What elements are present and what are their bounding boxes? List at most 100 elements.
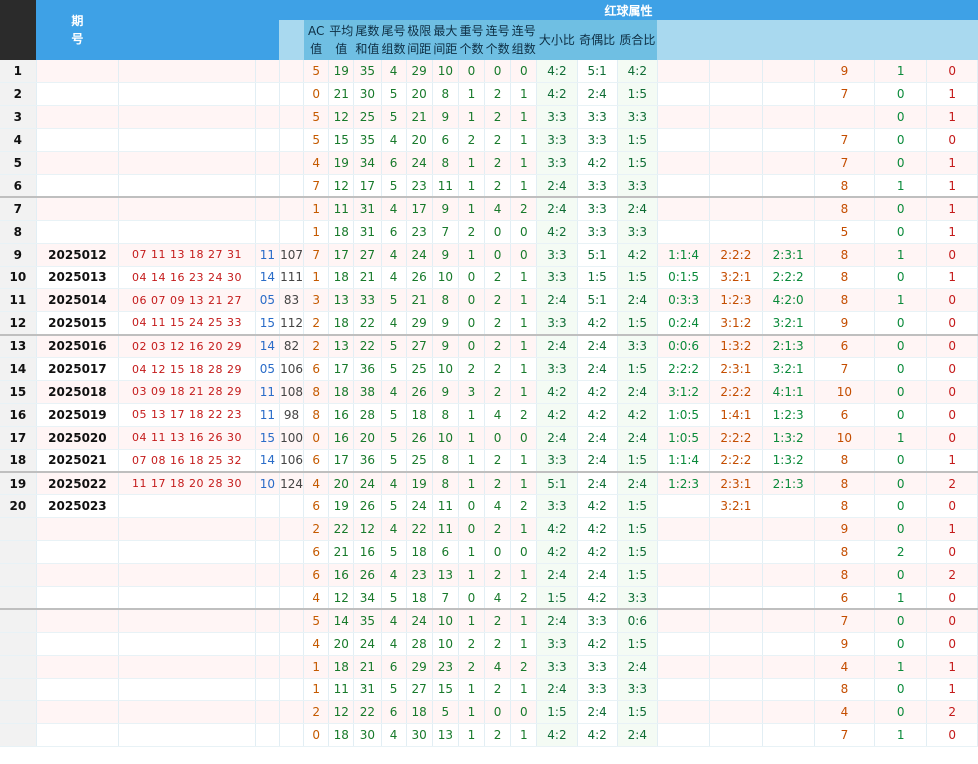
zone-header-3	[762, 20, 815, 60]
cell-tgroups: 4	[381, 243, 407, 267]
cell-z1: 1:2:3	[657, 471, 711, 496]
table-row[interactable]: 3 5 12 25 5 21 9 1 2 1 3:3 3:3 3:3 0 1	[0, 105, 978, 130]
table-row[interactable]: 2 0 21 30 5 20 8 1 2 1 4:2 2:4 1:5 7 0 1	[0, 82, 978, 107]
table-row[interactable]: 5 14 35 4 24 10 1 2 1 2:4 3:3 0:6 7 0 0	[0, 608, 978, 633]
cell-prime: 2:4	[617, 471, 658, 496]
cell-cgroups: 2	[510, 403, 538, 427]
cell-cgroups: 1	[510, 174, 538, 198]
cell-rep: 0	[458, 494, 486, 519]
cell-avg: 13	[328, 333, 355, 359]
cell-tgroups: 5	[381, 586, 407, 610]
table-row[interactable]: 6 7 12 17 5 23 11 1 2 1 2:4 3:3 3:3 8 1 1	[0, 174, 978, 198]
cell-maxgap: 7	[432, 586, 459, 610]
cell-cgroups: 1	[510, 128, 538, 153]
cell-odd: 4:2	[577, 151, 618, 175]
cell-tgroups: 4	[381, 632, 407, 656]
table-row[interactable]: 11 2025014 06 07 09 13 21 27 05 83 3 13 33 5 21 8 0…	[0, 288, 978, 313]
cell-c3: 1	[926, 655, 978, 679]
cell-odd: 2:4	[577, 333, 618, 359]
cell-prime: 1:5	[617, 82, 658, 107]
cell-reds	[118, 540, 256, 565]
table-row[interactable]: 16 2025019 05 13 17 18 22 23 11 98 8 16 28 5 18 8 1…	[0, 403, 978, 427]
cell-avg: 15	[328, 128, 355, 153]
cell-period	[36, 563, 120, 587]
cell-cgroups: 1	[510, 632, 538, 656]
table-row[interactable]: 2 12 22 6 18 5 1 0 0 1:5 2:4 1:5 4 0 2	[0, 700, 978, 725]
cell-rep: 2	[458, 220, 486, 244]
cell-ac: 8	[303, 380, 330, 404]
table-row[interactable]: 18 2025021 07 08 16 18 25 32 14 106 6 17 36 5 25 8…	[0, 449, 978, 473]
table-row[interactable]: 0 18 30 4 30 13 1 2 1 4:2 4:2 2:4 7 1 0	[0, 723, 978, 748]
table-row[interactable]: 15 2025018 03 09 18 21 28 29 11 108 8 18 38 4 26 9…	[0, 380, 978, 404]
table-row[interactable]: 4 20 24 4 28 10 2 2 1 3:3 4:2 1:5 9 0 0	[0, 632, 978, 656]
table-row[interactable]: 20 2025023 6 19 26 5 24 11 0 4 2 3:3 4:2 1:5 3:2:1 8 0 0	[0, 494, 978, 519]
cell-range: 24	[406, 494, 433, 519]
table-row[interactable]: 5 4 19 34 6 24 8 1 2 1 3:3 4:2 1:5 7 0 1	[0, 151, 978, 175]
cell-prime: 1:5	[617, 357, 658, 381]
table-row[interactable]: 6 21 16 5 18 6 1 0 0 4:2 4:2 1:5 8 2 0	[0, 540, 978, 565]
cell-c1: 9	[814, 60, 876, 84]
cell-tgroups: 4	[381, 196, 407, 221]
table-row[interactable]: 1 5 19 35 4 29 10 0 0 0 4:2 5:1 4:2 9 1 0	[0, 60, 978, 84]
cell-z2	[709, 608, 763, 633]
cell-consec: 2	[484, 678, 512, 702]
cell-avg: 12	[328, 105, 355, 130]
cell-period	[36, 723, 120, 748]
table-row[interactable]: 7 1 11 31 4 17 9 1 4 2 2:4 3:3 2:4 8 0 1	[0, 196, 978, 221]
cell-blue	[255, 151, 280, 175]
cell-rep: 0	[458, 288, 486, 313]
cell-consec: 2	[484, 563, 512, 587]
cell-period: 2025015	[36, 311, 120, 336]
cell-c3: 1	[926, 151, 978, 175]
reds-header-top	[118, 0, 256, 20]
cell-rep: 1	[458, 426, 486, 450]
table-row[interactable]: 19 2025022 11 17 18 20 28 30 10 124 4 20 24 4 19 8…	[0, 471, 978, 496]
table-row[interactable]: 8 1 18 31 6 23 7 2 0 0 4:2 3:3 3:3 5 0 1	[0, 220, 978, 244]
cell-maxgap: 6	[432, 540, 459, 565]
table-row[interactable]: 4 5 15 35 4 20 6 2 2 1 3:3 3:3 1:5 7 0 0	[0, 128, 978, 153]
cell-c1: 4	[814, 655, 876, 679]
cell-sum: 82	[279, 333, 305, 359]
table-row[interactable]: 9 2025012 07 11 13 18 27 31 11 107 7 17 27 4 24 9 1…	[0, 243, 978, 267]
cell-z3: 3:2:1	[762, 311, 815, 336]
table-row[interactable]: 6 16 26 4 23 13 1 2 1 2:4 2:4 1:5 8 0 2	[0, 563, 978, 587]
table-row[interactable]: 14 2025017 04 12 15 18 28 29 05 106 6 17 36 5 25 1…	[0, 357, 978, 381]
cell-z2: 2:2:2	[709, 243, 763, 267]
cell-blue	[255, 700, 280, 725]
cell-blue	[255, 494, 280, 519]
table-row[interactable]: 13 2025016 02 03 12 16 20 29 14 82 2 13 22 5 27 9 0…	[0, 333, 978, 359]
cell-ac: 7	[303, 243, 330, 267]
cell-c3: 0	[926, 380, 978, 404]
cell-z3: 1:3:2	[762, 449, 815, 473]
cell-c1	[814, 105, 876, 130]
cell-maxgap: 10	[432, 632, 459, 656]
cell-z3	[762, 517, 815, 542]
cell-range: 21	[406, 288, 433, 313]
cell-cgroups: 0	[510, 220, 538, 244]
cell-blue: 05	[255, 357, 280, 381]
cell-ac: 0	[303, 82, 330, 107]
cell-c3: 2	[926, 700, 978, 725]
table-row[interactable]: 4 12 34 5 18 7 0 4 2 1:5 4:2 3:3 6 1 0	[0, 586, 978, 610]
cell-seq: 14	[0, 357, 37, 381]
table-row[interactable]: 1 11 31 5 27 15 1 2 1 2:4 3:3 3:3 8 0 1	[0, 678, 978, 702]
cell-odd: 4:2	[577, 311, 618, 336]
cell-odd: 3:3	[577, 174, 618, 198]
cell-avg: 21	[328, 82, 355, 107]
table-row[interactable]: 1 18 21 6 29 23 2 4 2 3:3 3:3 2:4 4 1 1	[0, 655, 978, 679]
cell-c2: 0	[874, 403, 928, 427]
cell-range: 17	[406, 196, 433, 221]
cell-period	[36, 174, 120, 198]
table-row[interactable]: 2 22 12 4 22 11 0 2 1 4:2 4:2 1:5 9 0 1	[0, 517, 978, 542]
cell-maxgap: 9	[432, 380, 459, 404]
table-row[interactable]: 17 2025020 04 11 13 16 26 30 15 100 0 16 20 5 26 1…	[0, 426, 978, 450]
table-row[interactable]: 10 2025013 04 14 16 23 24 30 14 111 1 18 21 4 26 1…	[0, 266, 978, 290]
cell-c2: 0	[874, 357, 928, 381]
cell-cgroups: 1	[510, 82, 538, 107]
cell-range: 18	[406, 700, 433, 725]
cell-sum: 108	[279, 380, 305, 404]
cell-seq: 15	[0, 380, 37, 404]
table-row[interactable]: 12 2025015 04 11 15 24 25 33 15 112 2 18 22 4 29 9…	[0, 311, 978, 336]
cell-c1: 7	[814, 128, 876, 153]
cell-z1	[657, 196, 711, 221]
